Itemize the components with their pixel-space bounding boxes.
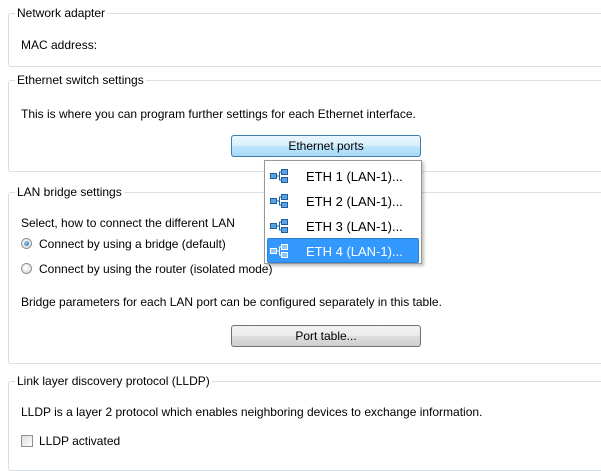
menu-item-eth3[interactable]: ETH 3 (LAN-1)... [267,213,419,238]
network-port-icon [270,194,288,208]
lldp-group: Link layer discovery protocol (LLDP) LLD… [8,374,601,471]
radio-button-unchecked[interactable] [21,263,32,274]
lldp-legend: Link layer discovery protocol (LLDP) [15,374,212,388]
ethernet-switch-legend: Ethernet switch settings [15,73,146,87]
menu-item-eth2-label: ETH 2 (LAN-1)... [306,194,403,209]
bridge-parameters-text: Bridge parameters for each LAN port can … [21,295,442,309]
radio-button-checked[interactable] [21,238,32,249]
lan-bridge-select-text: Select, how to connect the different LAN [21,216,235,230]
menu-item-eth2[interactable]: ETH 2 (LAN-1)... [267,188,419,213]
ethernet-switch-description: This is where you can program further se… [21,107,416,121]
network-port-icon [270,244,288,258]
lldp-description: LLDP is a layer 2 protocol which enables… [21,405,483,419]
ethernet-ports-button[interactable]: Ethernet ports [231,135,421,157]
lan-bridge-legend: LAN bridge settings [15,185,124,199]
ethernet-switch-group: Ethernet switch settings This is where y… [8,73,601,172]
network-adapter-legend: Network adapter [15,6,108,20]
radio-router-label: Connect by using the router (isolated mo… [39,262,273,276]
menu-item-eth3-label: ETH 3 (LAN-1)... [306,219,403,234]
mac-address-label: MAC address: [21,38,98,52]
ethernet-ports-menu: ETH 1 (LAN-1)... ETH 2 (LAN-1)... ETH 3 … [264,160,422,264]
radio-bridge-label: Connect by using a bridge (default) [39,237,226,251]
network-adapter-group: Network adapter MAC address: [8,6,601,67]
network-port-icon [270,219,288,233]
menu-item-eth1-label: ETH 1 (LAN-1)... [306,169,403,184]
network-port-icon [270,169,288,183]
lldp-checkbox-label: LLDP activated [39,434,121,448]
menu-item-eth1[interactable]: ETH 1 (LAN-1)... [267,163,419,188]
menu-item-eth4[interactable]: ETH 4 (LAN-1)... [267,238,419,263]
port-table-button[interactable]: Port table... [231,325,421,347]
lldp-checkbox[interactable] [21,435,33,447]
menu-item-eth4-label: ETH 4 (LAN-1)... [306,244,403,259]
